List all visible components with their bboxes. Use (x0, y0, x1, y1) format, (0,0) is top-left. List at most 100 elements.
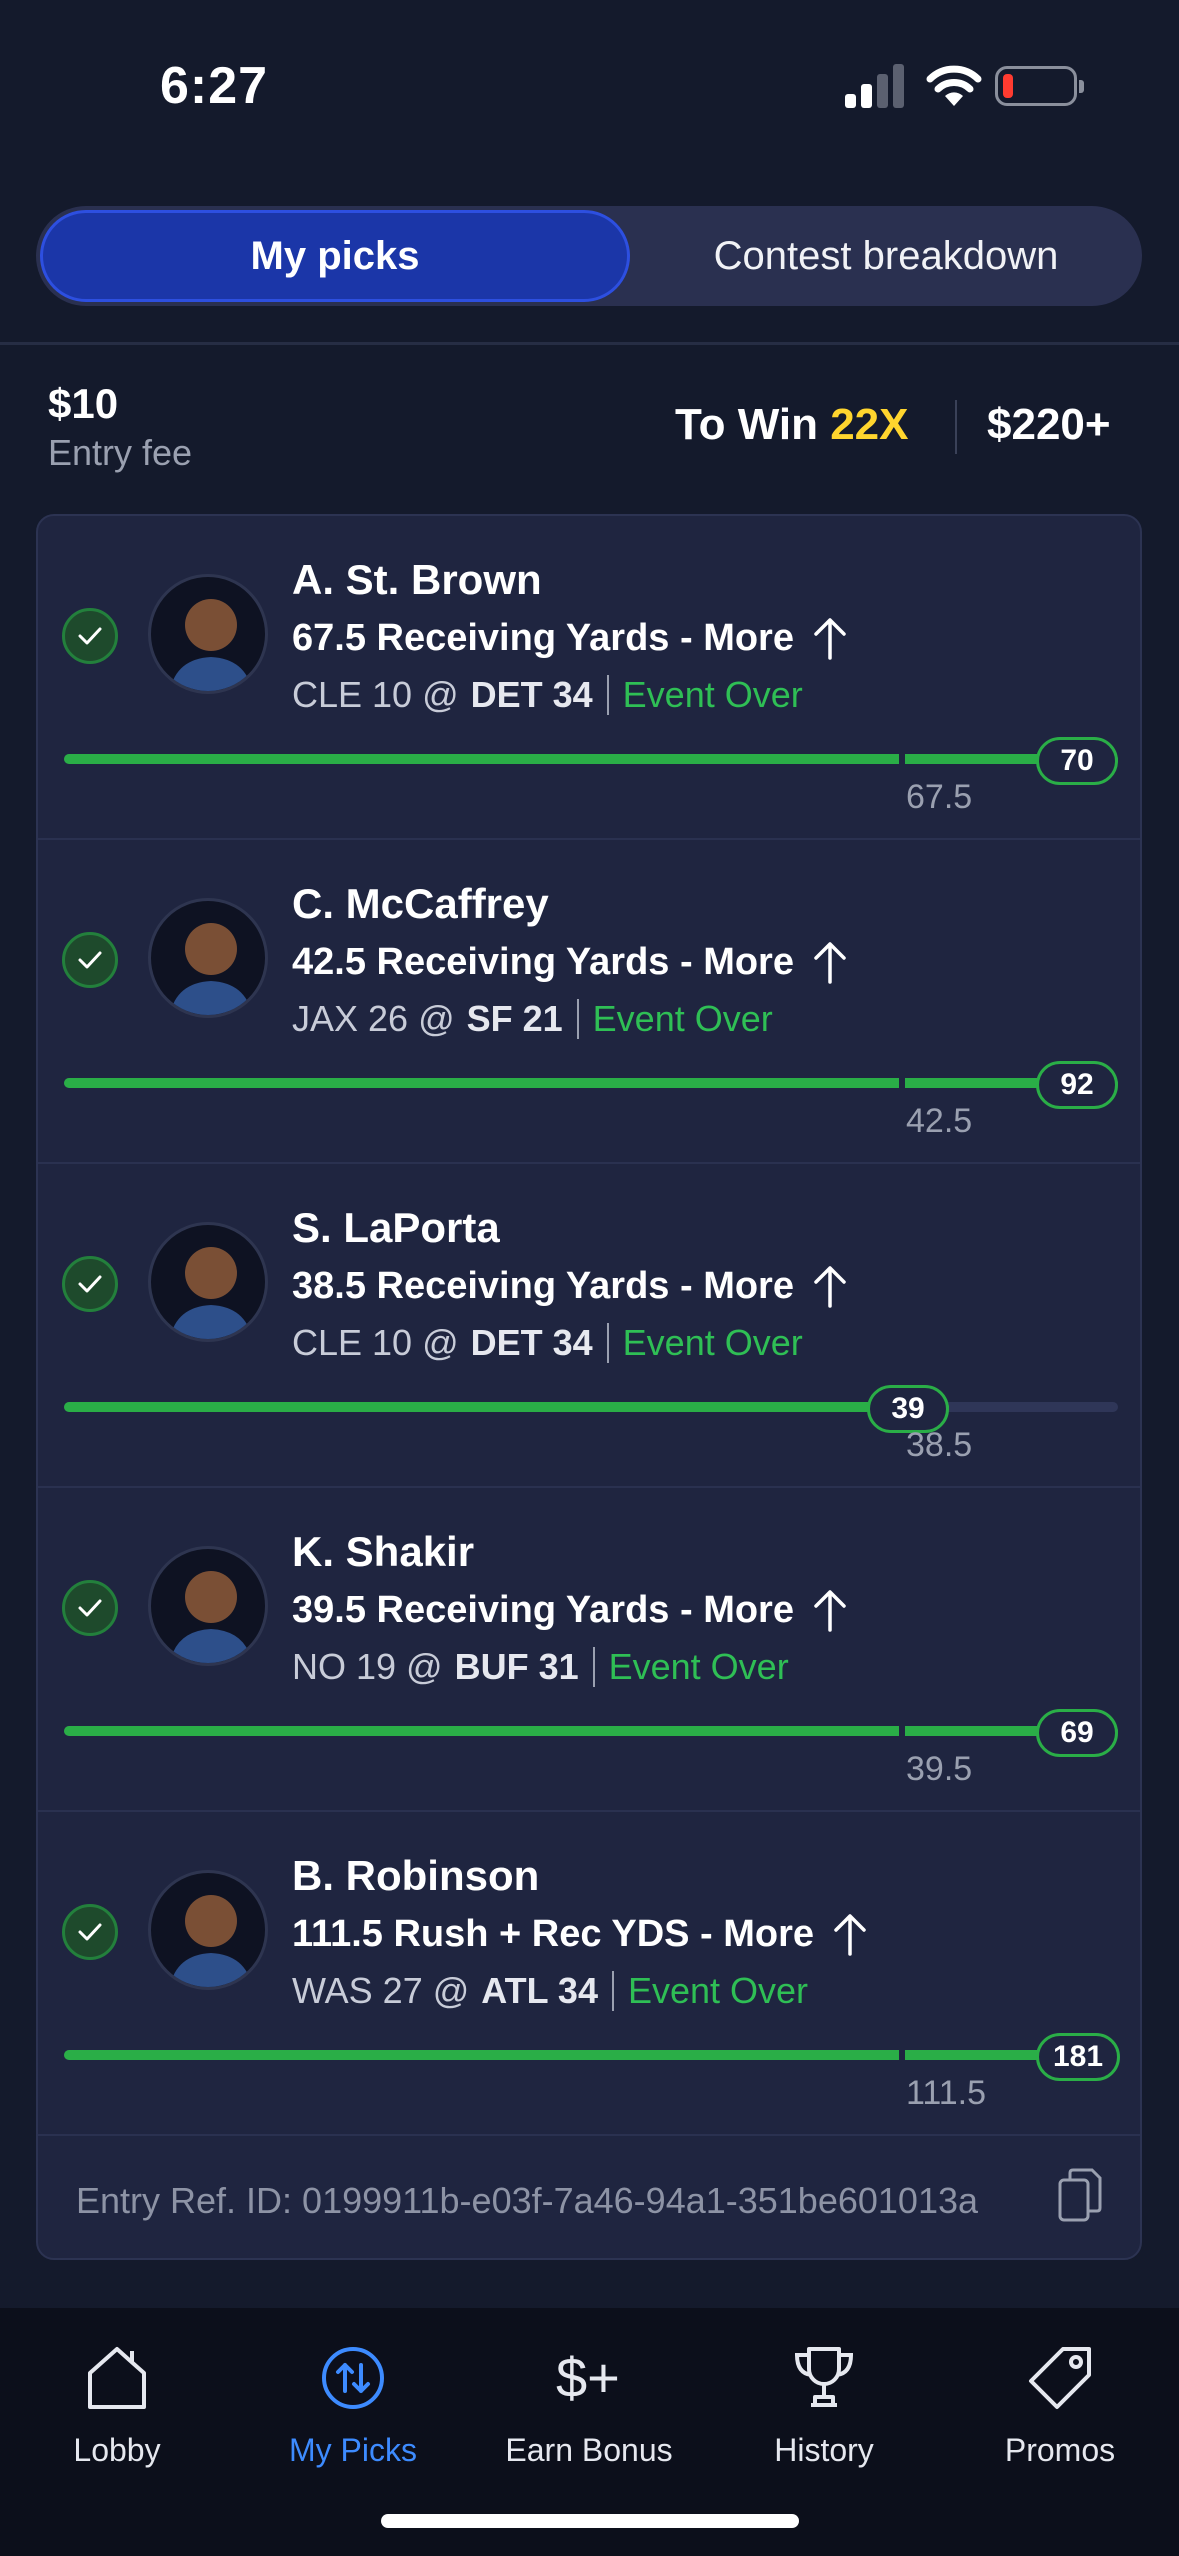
player-avatar (148, 1546, 268, 1666)
check-icon (62, 1256, 118, 1312)
game-separator (606, 675, 609, 715)
trophy-icon (794, 2347, 854, 2407)
arrow-up-icon (814, 1266, 846, 1308)
check-icon (62, 608, 118, 664)
game-separator (611, 1971, 614, 2011)
tab-my-picks[interactable]: My picks (40, 210, 630, 302)
actual-value-badge: 70 (1036, 737, 1118, 785)
nav-earn-bonus[interactable]: $+ Earn Bonus (479, 2338, 699, 2478)
pick-line: 111.5 Rush + Rec YDS - More (292, 1912, 870, 1956)
view-switcher: My picks Contest breakdown (36, 206, 1142, 306)
player-avatar (148, 898, 268, 1018)
player-name: S. LaPorta (292, 1204, 500, 1251)
game-score: WAS 27 @ ATL 34 Event Over (292, 1970, 808, 2012)
check-icon (62, 1580, 118, 1636)
target-marker (899, 1074, 905, 1092)
pick-line: 67.5 Receiving Yards - More (292, 616, 850, 660)
player-name: K. Shakir (292, 1528, 475, 1575)
game-home: SF 21 (466, 998, 563, 1039)
check-icon (62, 1904, 118, 1960)
pick-line-text: 38.5 Receiving Yards - More (292, 1264, 794, 1307)
game-away: WAS 27 @ (292, 1970, 470, 2011)
nav-my-picks[interactable]: My Picks (243, 2338, 463, 2478)
entry-ref-id: Entry Ref. ID: 0199911b-e03f-7a46-94a1-3… (76, 2180, 979, 2221)
picks-card: A. St. Brown 67.5 Receiving Yards - More… (36, 514, 1142, 2260)
player-avatar (148, 574, 268, 694)
battery-icon (995, 66, 1084, 106)
dollar-plus-icon: $+ (556, 2346, 620, 2409)
check-icon (62, 932, 118, 988)
nav-promos[interactable]: Promos (950, 2338, 1170, 2478)
status-bar: 6:27 (0, 0, 1179, 170)
actual-value-badge: 69 (1036, 1709, 1118, 1757)
cellular-signal-icon (845, 64, 907, 108)
nav-label: My Picks (289, 2432, 417, 2468)
nav-label: History (774, 2432, 874, 2468)
entry-fee-value: $10 (48, 380, 119, 427)
pick-line: 42.5 Receiving Yards - More (292, 940, 850, 984)
target-marker (899, 2046, 905, 2064)
game-separator (592, 1647, 595, 1687)
copy-icon[interactable] (1058, 2168, 1102, 2226)
target-marker (899, 1722, 905, 1740)
game-home: ATL 34 (481, 1970, 598, 2011)
tab-contest-breakdown[interactable]: Contest breakdown (636, 210, 1136, 302)
home-icon (88, 2347, 146, 2409)
game-home: BUF 31 (454, 1646, 579, 1687)
to-win-label: To Win (675, 400, 818, 449)
game-away: JAX 26 @ (292, 998, 455, 1039)
to-win: To Win 22X (675, 400, 909, 450)
progress-fill (64, 754, 1118, 764)
actual-value-badge: 181 (1036, 2033, 1121, 2081)
nav-history[interactable]: History (714, 2338, 934, 2478)
pick-line: 39.5 Receiving Yards - More (292, 1588, 850, 1632)
pick-row[interactable]: S. LaPorta 38.5 Receiving Yards - More C… (38, 1164, 1140, 1488)
nav-label: Lobby (73, 2432, 161, 2468)
event-status: Event Over (608, 1646, 789, 1687)
player-avatar (148, 1870, 268, 1990)
payout-multiplier: 22X (830, 400, 909, 449)
progress-fill (64, 1726, 1118, 1736)
nav-label: Earn Bonus (505, 2432, 673, 2468)
game-home: DET 34 (470, 1322, 593, 1363)
header-divider (0, 342, 1179, 345)
game-score: CLE 10 @ DET 34 Event Over (292, 1322, 803, 1364)
game-score: NO 19 @ BUF 31 Event Over (292, 1646, 789, 1688)
progress-fill (64, 1402, 949, 1412)
pick-line-text: 67.5 Receiving Yards - More (292, 616, 794, 659)
svg-text:$+: $+ (556, 2346, 620, 2409)
pick-line-text: 42.5 Receiving Yards - More (292, 940, 794, 983)
nav-label: Promos (1004, 2432, 1116, 2468)
pick-row[interactable]: B. Robinson 111.5 Rush + Rec YDS - More … (38, 1812, 1140, 2136)
arrow-up-icon (834, 1914, 866, 1956)
pick-row[interactable]: A. St. Brown 67.5 Receiving Yards - More… (38, 516, 1140, 840)
game-away: NO 19 @ (292, 1646, 443, 1687)
event-status: Event Over (627, 1970, 809, 2011)
target-value: 111.5 (906, 2074, 987, 2112)
player-name: A. St. Brown (292, 556, 542, 603)
tag-icon (1029, 2347, 1091, 2409)
target-marker (899, 750, 905, 768)
game-separator (606, 1323, 609, 1363)
actual-value-badge: 92 (1036, 1061, 1118, 1109)
arrow-up-icon (814, 942, 846, 984)
player-avatar (148, 1222, 268, 1342)
swap-circle-icon (322, 2347, 384, 2409)
event-status: Event Over (622, 674, 803, 715)
home-indicator (381, 2514, 799, 2528)
pick-line-text: 39.5 Receiving Yards - More (292, 1588, 794, 1631)
target-value: 42.5 (906, 1102, 973, 1140)
target-value: 38.5 (906, 1426, 973, 1464)
pick-line: 38.5 Receiving Yards - More (292, 1264, 850, 1308)
player-name: C. McCaffrey (292, 880, 549, 927)
pick-row[interactable]: K. Shakir 39.5 Receiving Yards - More NO… (38, 1488, 1140, 1812)
arrow-up-icon (814, 1590, 846, 1632)
game-away: CLE 10 @ (292, 1322, 459, 1363)
pick-row[interactable]: C. McCaffrey 42.5 Receiving Yards - More… (38, 840, 1140, 1164)
game-score: CLE 10 @ DET 34 Event Over (292, 674, 803, 716)
nav-lobby[interactable]: Lobby (7, 2338, 227, 2478)
pick-line-text: 111.5 Rush + Rec YDS - More (292, 1912, 815, 1955)
status-time: 6:27 (160, 57, 269, 115)
progress-fill (64, 1078, 1118, 1088)
game-separator (576, 999, 579, 1039)
